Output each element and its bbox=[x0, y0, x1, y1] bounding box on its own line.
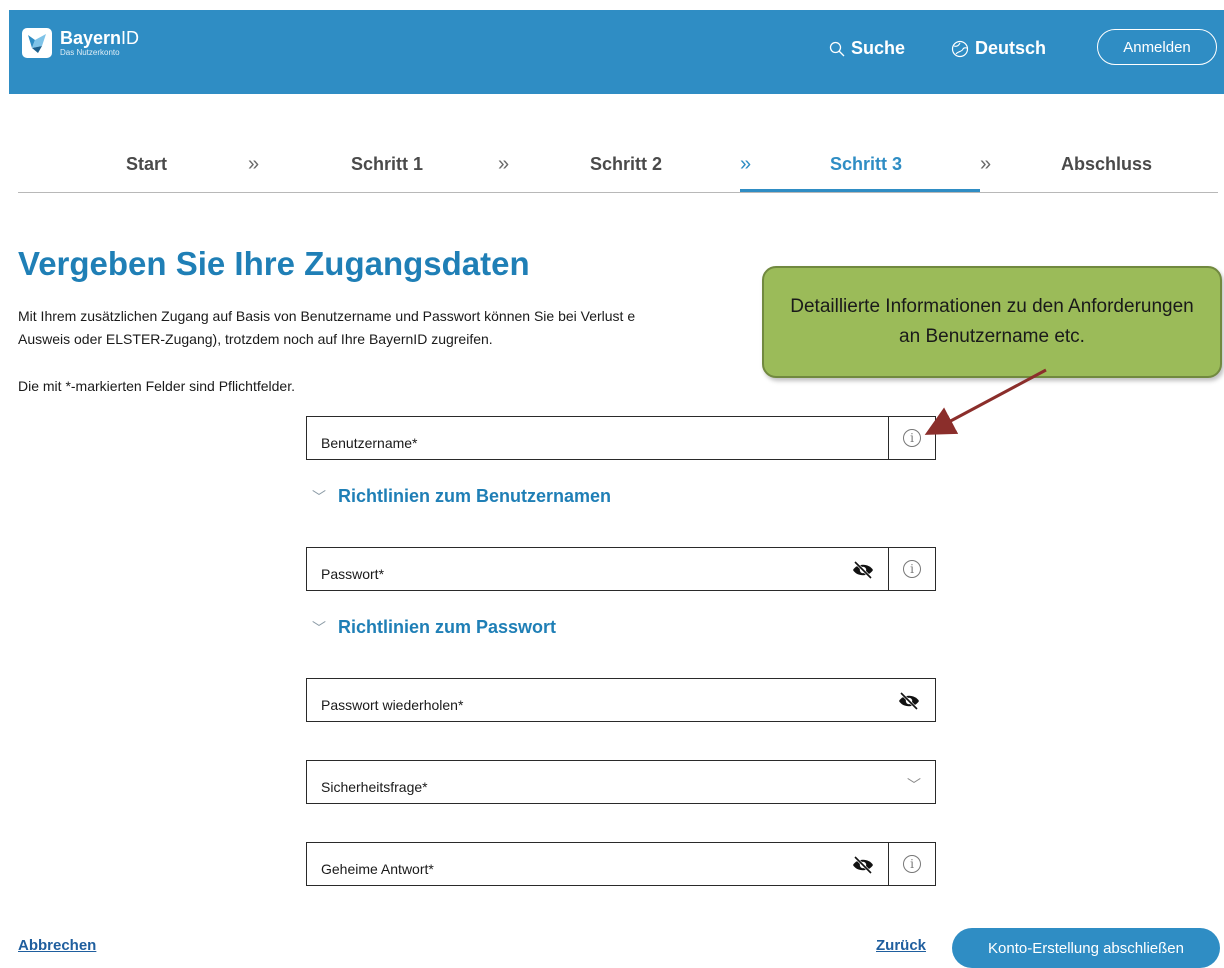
secret-answer-label: Geheime Antwort* bbox=[321, 861, 434, 877]
intro-text: Mit Ihrem zusätzlichen Zugang auf Basis … bbox=[18, 305, 635, 351]
back-link[interactable]: Zurück bbox=[876, 937, 926, 954]
security-question-label: Sicherheitsfrage* bbox=[321, 779, 428, 795]
username-info-button[interactable]: i bbox=[888, 417, 935, 459]
password-repeat-field[interactable]: Passwort wiederholen* bbox=[306, 678, 936, 722]
step-separator-icon: » bbox=[498, 153, 510, 175]
logo-name-thin: ID bbox=[121, 28, 140, 48]
progress-stepper: Start » Schritt 1 » Schritt 2 » Schritt … bbox=[18, 140, 1218, 193]
step-separator-icon: » bbox=[980, 153, 992, 175]
intro-line-2: Ausweis oder ELSTER-Zugang), trotzdem no… bbox=[18, 331, 493, 347]
callout-text: Detaillierte Informationen zu den Anford… bbox=[790, 296, 1194, 347]
security-question-select[interactable]: Sicherheitsfrage* ﹀ bbox=[306, 760, 936, 804]
password-guidelines-toggle[interactable]: ﹀ Richtlinien zum Passwort bbox=[312, 617, 556, 638]
step-1: Schritt 1 bbox=[351, 154, 424, 174]
search-icon bbox=[829, 41, 845, 56]
password-info-button[interactable]: i bbox=[888, 548, 935, 590]
password-field[interactable]: Passwort* i bbox=[306, 547, 936, 591]
step-2: Schritt 2 bbox=[590, 154, 663, 174]
info-icon: i bbox=[903, 560, 921, 578]
hide-password-repeat-icon[interactable] bbox=[897, 691, 921, 711]
hide-answer-icon[interactable] bbox=[851, 855, 875, 875]
chevron-down-icon: ﹀ bbox=[907, 777, 921, 793]
chevron-down-icon: ﹀ bbox=[312, 619, 326, 636]
username-field[interactable]: Benutzername* i bbox=[306, 416, 936, 460]
search-label: Suche bbox=[851, 38, 906, 58]
globe-icon bbox=[951, 40, 969, 57]
active-step-indicator bbox=[740, 189, 980, 192]
step-start: Start bbox=[126, 154, 168, 174]
username-guidelines-toggle[interactable]: ﹀ Richtlinien zum Benutzernamen bbox=[312, 486, 611, 507]
step-3-active: Schritt 3 bbox=[830, 154, 903, 174]
secret-answer-field[interactable]: Geheime Antwort* i bbox=[306, 842, 936, 886]
annotation-callout: Detaillierte Informationen zu den Anford… bbox=[762, 266, 1222, 378]
chevron-down-icon: ﹀ bbox=[312, 488, 326, 505]
info-icon: i bbox=[903, 429, 921, 447]
password-guidelines-label: Richtlinien zum Passwort bbox=[338, 617, 557, 637]
finish-account-creation-button[interactable]: Konto-Erstellung abschließen bbox=[952, 928, 1220, 968]
logo-name-bold: Bayern bbox=[60, 28, 122, 48]
language-selector[interactable]: Deutsch bbox=[951, 38, 1046, 59]
password-label: Passwort* bbox=[321, 566, 385, 582]
bayernid-logo[interactable]: BayernID Das Nutzerkonto bbox=[22, 28, 139, 58]
password-repeat-label: Passwort wiederholen* bbox=[321, 697, 464, 713]
language-label: Deutsch bbox=[975, 38, 1047, 58]
intro-line-1: Mit Ihrem zusätzlichen Zugang auf Basis … bbox=[18, 308, 636, 324]
top-navigation-bar: BayernID Das Nutzerkonto Suche Deutsch A… bbox=[9, 10, 1224, 94]
search-button[interactable]: Suche bbox=[829, 38, 905, 59]
login-button[interactable]: Anmelden bbox=[1097, 29, 1217, 65]
required-fields-note: Die mit *-markierten Felder sind Pflicht… bbox=[18, 378, 295, 394]
logo-subtitle: Das Nutzerkonto bbox=[60, 48, 120, 57]
username-guidelines-label: Richtlinien zum Benutzernamen bbox=[338, 486, 612, 506]
step-separator-icon: » bbox=[248, 153, 260, 175]
page-title: Vergeben Sie Ihre Zugangsdaten bbox=[18, 245, 530, 282]
step-separator-icon: » bbox=[740, 153, 752, 175]
username-label: Benutzername* bbox=[321, 435, 418, 451]
step-finish: Abschluss bbox=[1061, 154, 1153, 174]
bayernid-logo-icon bbox=[22, 28, 52, 58]
secret-answer-info-button[interactable]: i bbox=[888, 843, 935, 885]
hide-password-icon[interactable] bbox=[851, 560, 875, 580]
cancel-link[interactable]: Abbrechen bbox=[18, 937, 96, 954]
info-icon: i bbox=[903, 855, 921, 873]
